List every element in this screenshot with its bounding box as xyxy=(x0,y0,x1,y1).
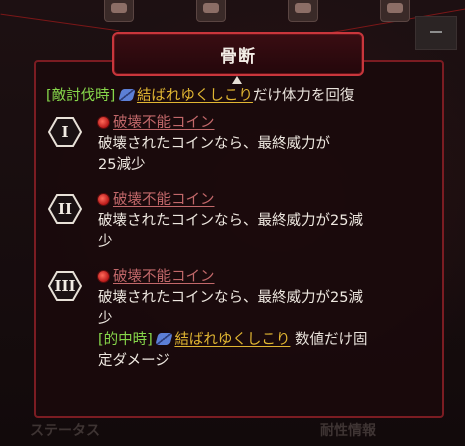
coin-number-badge: I xyxy=(48,117,82,147)
minimize-icon[interactable] xyxy=(415,16,457,50)
coin-effect-1: I 破壊不能コイン 破壊されたコインなら、最終威力が 25減少 xyxy=(46,113,434,176)
unbreakable-coin-link[interactable]: 破壊不能コイン xyxy=(113,192,215,208)
coin-effect-desc: 破壊されたコインなら、最終威力が xyxy=(98,136,330,152)
on-hit-trigger: [的中時] xyxy=(98,332,153,348)
effect-text: 定ダメージ xyxy=(98,353,170,369)
skill-slot-icon[interactable] xyxy=(380,0,410,22)
coin-number-badge: III xyxy=(48,271,82,301)
coin-effect-desc: 破壊されたコインなら、最終威力が25減 xyxy=(98,213,363,229)
chain-icon xyxy=(118,89,136,101)
skill-slot-icon[interactable] xyxy=(288,0,318,22)
coin-effect-desc: 少 xyxy=(98,311,113,327)
unbreakable-coin-link[interactable]: 破壊不能コイン xyxy=(113,269,215,285)
resistance-tab-label[interactable]: 耐性情報 xyxy=(320,420,376,440)
keyword-link[interactable]: 結ばれゆくしこり xyxy=(137,88,253,104)
skill-tooltip-panel: [敵討伐時] 結ばれゆくしこりだけ体力を回復 I 破壊不能コイン 破壊されたコイ… xyxy=(34,60,444,418)
coin-effect-3: III 破壊不能コイン 破壊されたコインなら、最終威力が25減 少 xyxy=(46,267,434,330)
keyword-link[interactable]: 結ばれゆくしこり xyxy=(174,332,290,348)
on-hit-effect: [的中時] 結ばれゆくしこり 数値だけ固 定ダメージ xyxy=(46,330,434,372)
effect-text: だけ体力を回復 xyxy=(252,88,355,104)
caret-up-icon xyxy=(232,76,242,84)
coin-effect-2: II 破壊不能コイン 破壊されたコインなら、最終威力が25減 少 xyxy=(46,190,434,253)
coin-number-badge: II xyxy=(48,194,82,224)
on-kill-effect: [敵討伐時] 結ばれゆくしこりだけ体力を回復 xyxy=(46,86,434,107)
unbreakable-coin-icon xyxy=(98,117,109,128)
coin-effect-desc: 少 xyxy=(98,234,113,250)
coin-effect-desc: 25減少 xyxy=(98,157,146,173)
chain-icon xyxy=(155,333,174,345)
unbreakable-coin-icon xyxy=(98,194,109,205)
status-tab-label[interactable]: ステータス xyxy=(30,420,100,440)
skill-title-tab: 骨断 xyxy=(112,32,364,76)
on-kill-trigger: [敵討伐時] xyxy=(46,88,116,104)
skill-slot-icon[interactable] xyxy=(104,0,134,22)
skill-slot-icon[interactable] xyxy=(196,0,226,22)
coin-effect-desc: 破壊されたコインなら、最終威力が25減 xyxy=(98,290,363,306)
unbreakable-coin-link[interactable]: 破壊不能コイン xyxy=(113,115,215,131)
unbreakable-coin-icon xyxy=(98,271,109,282)
skill-title: 骨断 xyxy=(220,46,256,67)
effect-text: 数値だけ固 xyxy=(295,332,368,348)
